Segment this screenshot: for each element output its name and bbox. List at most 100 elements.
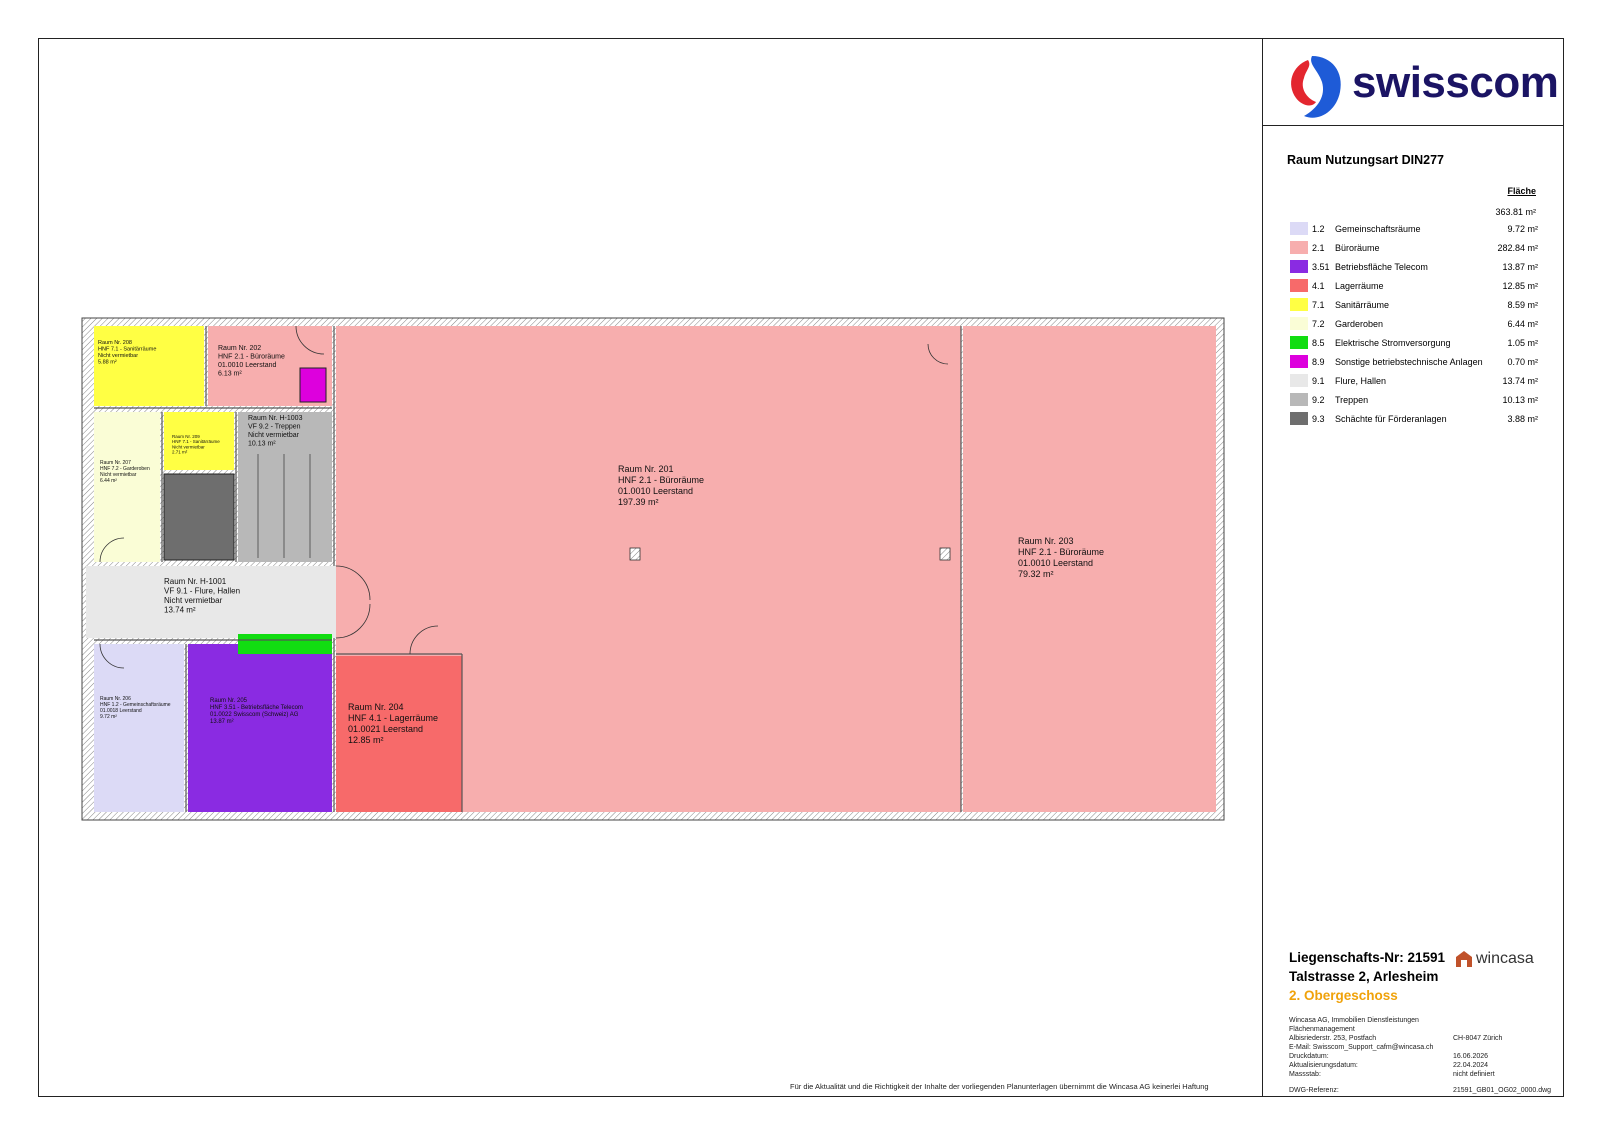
dwg-label: DWG-Referenz: bbox=[1289, 1087, 1339, 1094]
room-label-line: 01.0010 Leerstand bbox=[618, 486, 693, 496]
legend-name: Garderoben bbox=[1335, 319, 1384, 329]
room-label-line: 79.32 m² bbox=[1018, 569, 1054, 579]
room-label-line: 5.88 m² bbox=[98, 360, 117, 366]
room-label-line: Nicht vermietbar bbox=[248, 432, 300, 439]
room-206-area bbox=[94, 644, 184, 812]
legend-swatch bbox=[1290, 298, 1308, 311]
legend-list: 1.2 Gemeinschaftsräume 9.72 m² 2.1 Büroräume… bbox=[1290, 222, 1538, 431]
legend-name: Treppen bbox=[1335, 395, 1369, 405]
room-label-line: 12.85 m² bbox=[348, 735, 384, 745]
legend-row: 3.51 Betriebsfläche Telecom 13.87 m² bbox=[1290, 260, 1538, 279]
property-address: Talstrasse 2, Arlesheim bbox=[1289, 969, 1439, 984]
room-label-line: 13.87 m² bbox=[210, 719, 234, 725]
room-label-line: Raum Nr. H-1001 bbox=[164, 577, 227, 586]
room-label-line: VF 9.1 - Flure, Hallen bbox=[164, 587, 240, 596]
legend-name: Flure, Hallen bbox=[1335, 376, 1387, 386]
column-marker bbox=[939, 547, 951, 561]
legend-code: 8.5 bbox=[1312, 338, 1325, 348]
legend-area: 1.05 m² bbox=[1507, 338, 1538, 348]
legend-row: 8.9 Sonstige betriebstechnische Anlagen 0.… bbox=[1290, 355, 1538, 374]
legend-total-area: 363.81 m² bbox=[1495, 207, 1536, 217]
brand-name: swisscom bbox=[1352, 58, 1559, 107]
print-date: 16.06.2026 bbox=[1453, 1053, 1489, 1060]
room-204-area bbox=[336, 656, 462, 812]
legend-swatch bbox=[1290, 355, 1308, 368]
legend-area: 6.44 m² bbox=[1507, 319, 1538, 329]
room-label-line: 2.71 m² bbox=[172, 450, 188, 455]
legend-row: 7.1 Sanitärräume 8.59 m² bbox=[1290, 298, 1538, 317]
room-label-line: Raum Nr. 201 bbox=[618, 464, 674, 474]
update-date-label: Aktualisierungsdatum: bbox=[1289, 1062, 1358, 1069]
legend-area: 0.70 m² bbox=[1507, 357, 1538, 367]
room-label-line: 01.0022 Swisscom (Schweiz) AG bbox=[210, 712, 299, 718]
room-label-line: HNF 2.1 - Büroräume bbox=[218, 354, 285, 361]
room-label-line: 10.13 m² bbox=[248, 441, 276, 448]
title-block-divider bbox=[1262, 38, 1263, 1097]
legend-code: 1.2 bbox=[1312, 224, 1325, 234]
legend-swatch bbox=[1290, 393, 1308, 406]
legend-code: 9.2 bbox=[1312, 395, 1325, 405]
legend-swatch bbox=[1290, 260, 1308, 273]
company-name: Wincasa AG, Immobilien Dienstleistungen bbox=[1289, 1017, 1419, 1024]
property-number: Liegenschafts-Nr: 21591 bbox=[1289, 950, 1446, 965]
legend-name: Lagerräume bbox=[1335, 281, 1384, 291]
floor-name: 2. Obergeschoss bbox=[1289, 988, 1398, 1003]
room-203-area bbox=[963, 326, 1216, 812]
room-label-line: 6.13 m² bbox=[218, 371, 242, 378]
room-label-line: 01.0010 Leerstand bbox=[218, 362, 276, 369]
legend-code: 4.1 bbox=[1312, 281, 1325, 291]
city: CH-8047 Zürich bbox=[1453, 1035, 1503, 1042]
room-label-line: 01.0021 Leerstand bbox=[348, 724, 423, 734]
legend-name: Büroräume bbox=[1335, 243, 1380, 253]
disclaimer: Für die Aktualität und die Richtigkeit d… bbox=[790, 1082, 1209, 1091]
legend-area: 13.87 m² bbox=[1502, 262, 1538, 272]
room-label-line: Raum Nr. H-1003 bbox=[248, 415, 303, 422]
legend-code: 7.1 bbox=[1312, 300, 1325, 310]
legend-swatch bbox=[1290, 317, 1308, 330]
legend-row: 7.2 Garderoben 6.44 m² bbox=[1290, 317, 1538, 336]
room-label-line: Raum Nr. 205 bbox=[210, 698, 248, 704]
room-207-area bbox=[94, 412, 160, 562]
legend-row: 4.1 Lagerräume 12.85 m² bbox=[1290, 279, 1538, 298]
street: Albisriederstr. 253, Postfach bbox=[1289, 1035, 1377, 1042]
legend-name: Betriebsfläche Telecom bbox=[1335, 262, 1428, 272]
room-label-line: HNF 2.1 - Büroräume bbox=[618, 475, 704, 485]
legend-code: 9.1 bbox=[1312, 376, 1325, 386]
legend-area: 8.59 m² bbox=[1507, 300, 1538, 310]
column-marker bbox=[629, 547, 641, 561]
legend-row: 8.5 Elektrische Stromversorgung 1.05 m² bbox=[1290, 336, 1538, 355]
legend-row: 9.2 Treppen 10.13 m² bbox=[1290, 393, 1538, 412]
scale-label: Massstab: bbox=[1289, 1071, 1321, 1078]
legend-name: Elektrische Stromversorgung bbox=[1335, 338, 1451, 348]
room-208-area bbox=[94, 326, 204, 406]
room-label-line: Raum Nr. 202 bbox=[218, 345, 261, 352]
legend-swatch bbox=[1290, 222, 1308, 235]
technical-area bbox=[299, 367, 327, 403]
room-label-line: 9.72 m² bbox=[100, 714, 117, 720]
swisscom-logo-icon bbox=[1291, 56, 1341, 118]
legend-swatch bbox=[1290, 241, 1308, 254]
room-label-line: HNF 3.51 - Betriebsfläche Telecom bbox=[210, 705, 303, 711]
legend-swatch bbox=[1290, 336, 1308, 349]
legend-area: 10.13 m² bbox=[1502, 395, 1538, 405]
legend-area: 12.85 m² bbox=[1502, 281, 1538, 291]
room-label-line: VF 9.2 - Treppen bbox=[248, 424, 301, 431]
legend-area: 282.84 m² bbox=[1497, 243, 1538, 253]
room-205-area bbox=[188, 644, 332, 812]
legend-code: 3.51 bbox=[1312, 262, 1330, 272]
print-date-label: Druckdatum: bbox=[1289, 1053, 1329, 1060]
email: E-Mail: Swisscom_Support_cafm@wincasa.ch bbox=[1289, 1044, 1434, 1051]
room-label-line: 01.0010 Leerstand bbox=[1018, 558, 1093, 568]
legend-swatch bbox=[1290, 374, 1308, 387]
legend-row: 9.1 Flure, Hallen 13.74 m² bbox=[1290, 374, 1538, 393]
legend-row: 2.1 Büroräume 282.84 m² bbox=[1290, 241, 1538, 260]
legend-code: 2.1 bbox=[1312, 243, 1325, 253]
legend-name: Sanitärräume bbox=[1335, 300, 1390, 310]
room-label-line: HNF 7.1 - Sanitärräume bbox=[98, 347, 156, 353]
scale-value: nicht definiert bbox=[1453, 1071, 1495, 1078]
wincasa-logo-icon bbox=[1456, 951, 1472, 967]
legend-title: Raum Nutzungsart DIN277 bbox=[1287, 153, 1444, 167]
room-label-line: Nicht vermietbar bbox=[98, 353, 138, 359]
legend-name: Schächte für Förderanlagen bbox=[1335, 414, 1447, 424]
room-label-line: Raum Nr. 203 bbox=[1018, 536, 1074, 546]
